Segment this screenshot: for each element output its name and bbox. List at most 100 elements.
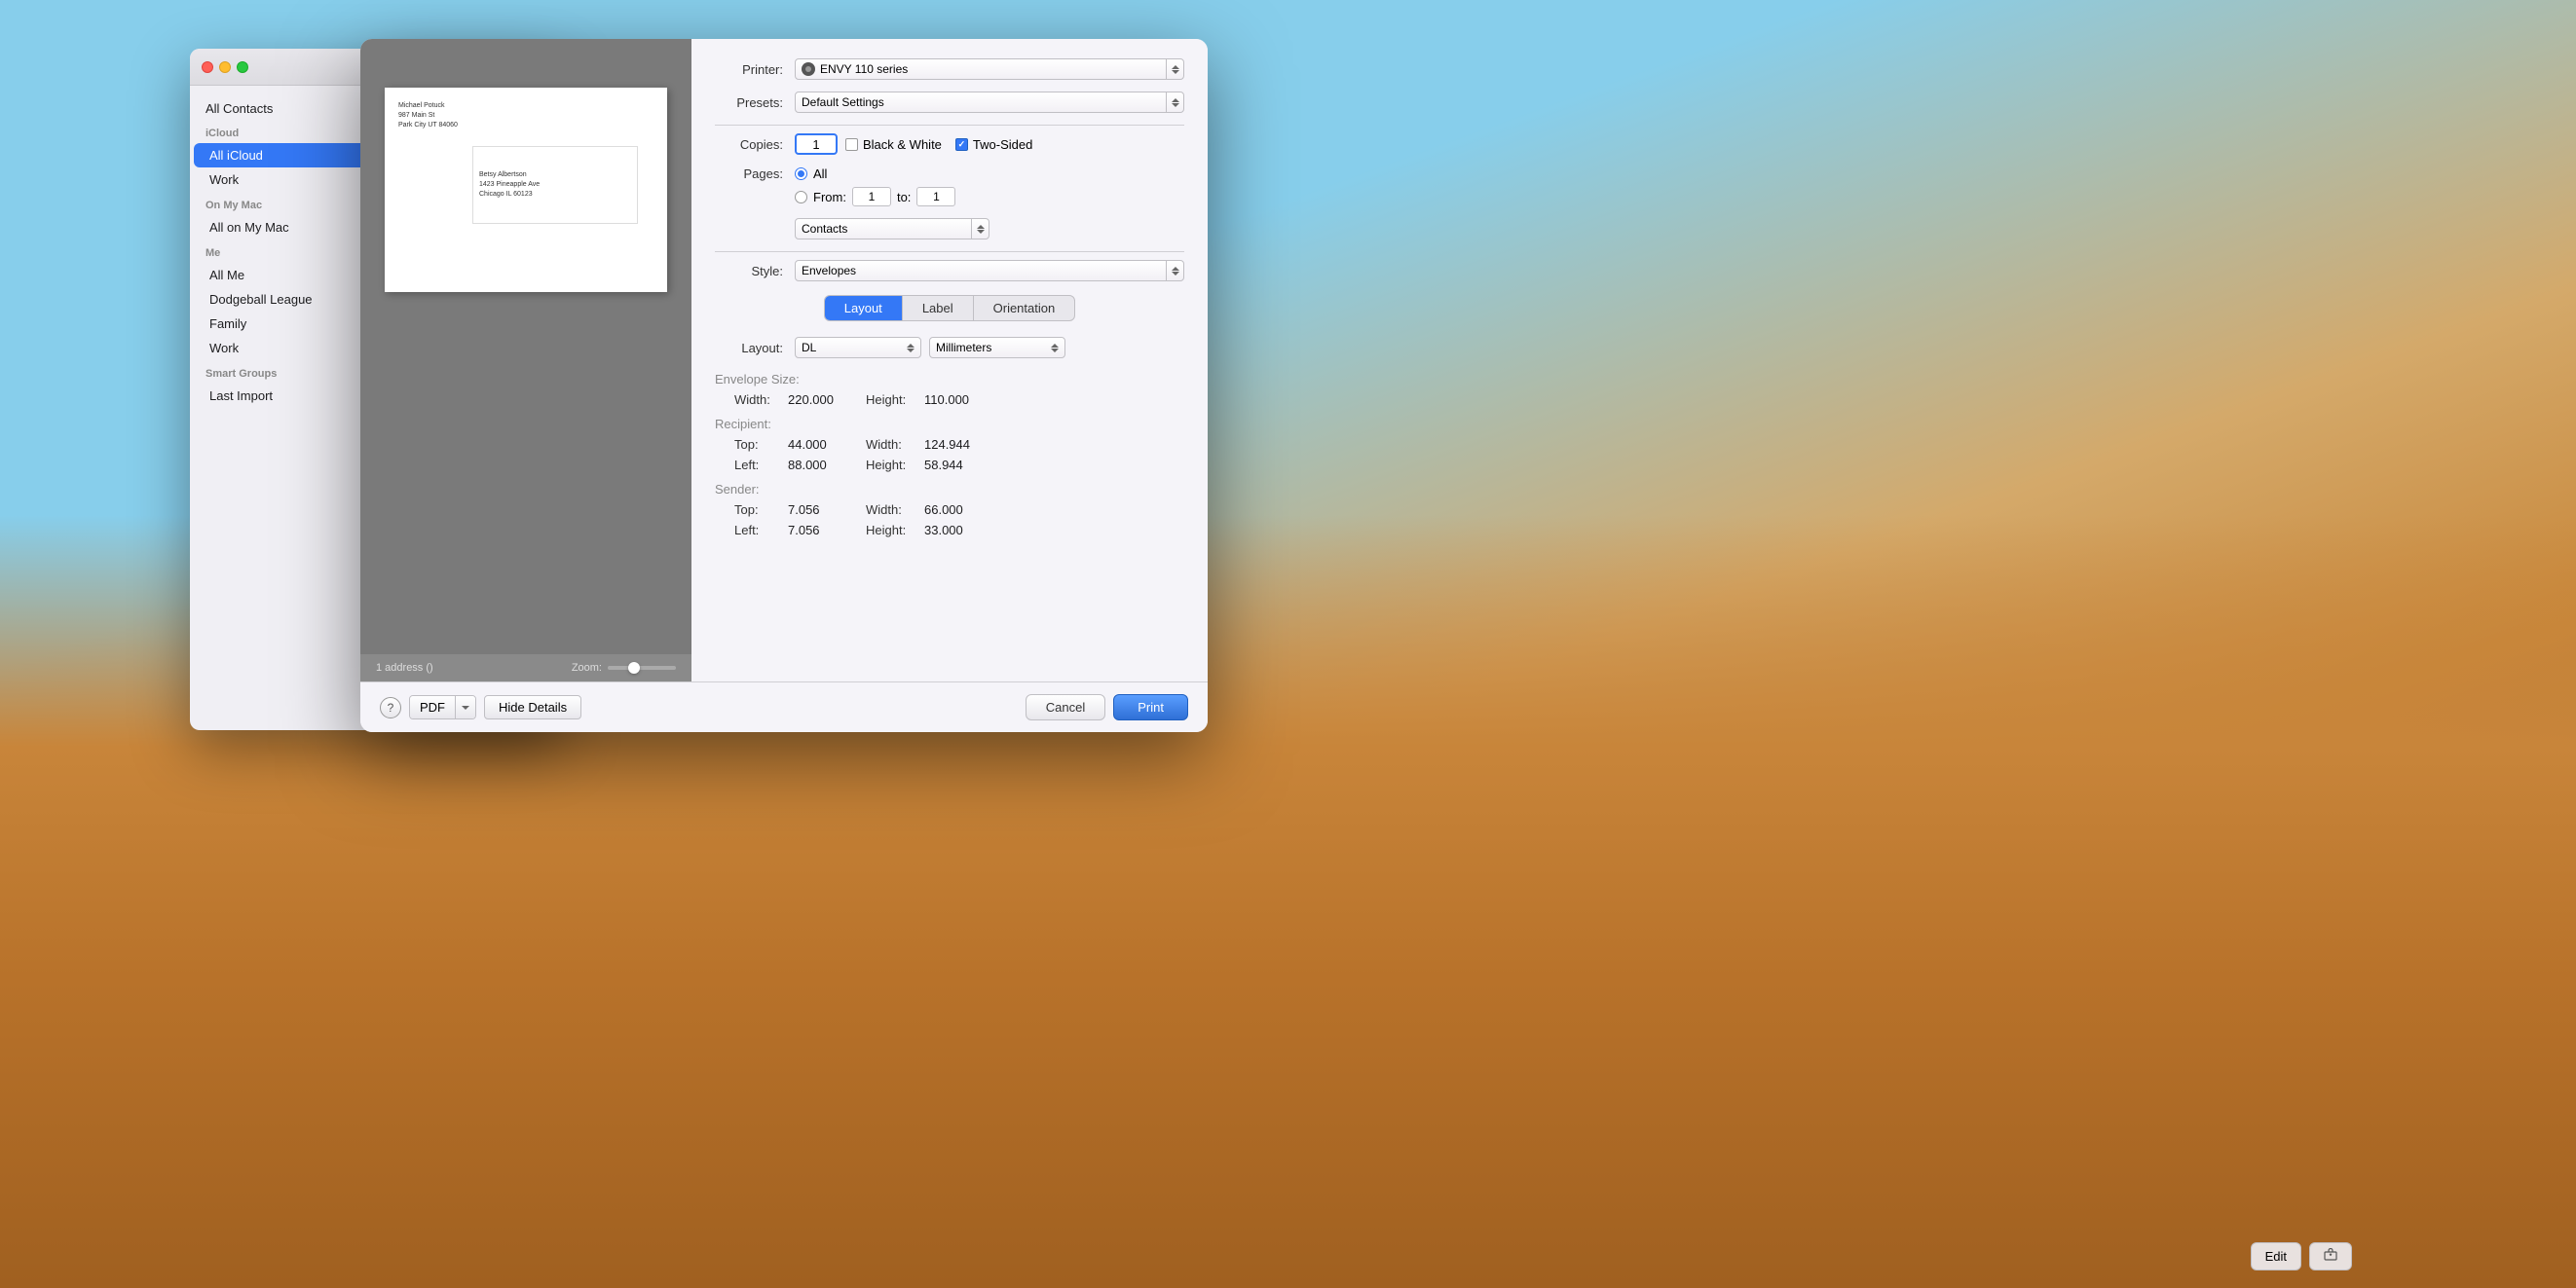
pdf-group: PDF	[409, 695, 476, 719]
pages-range-radio[interactable]	[795, 191, 807, 203]
zoom-thumb[interactable]	[628, 662, 640, 674]
chevron-up-icon	[1172, 98, 1179, 102]
pages-range-row[interactable]: From: to:	[795, 187, 955, 206]
style-label: Style:	[715, 264, 783, 278]
sender-left-label: Left:	[734, 523, 788, 537]
contacts-arrows	[971, 218, 989, 239]
close-button[interactable]	[202, 61, 213, 73]
printer-label: Printer:	[715, 62, 783, 77]
radio-selected-indicator	[798, 170, 804, 177]
chevron-down-icon	[1172, 272, 1179, 276]
chevron-up-icon	[977, 225, 985, 229]
pages-all-row[interactable]: All	[795, 166, 955, 181]
chevron-up-icon	[1172, 267, 1179, 271]
unit-arrows	[1051, 344, 1059, 352]
contacts-select-row: Contacts	[715, 218, 1184, 239]
tab-label[interactable]: Label	[903, 296, 974, 320]
recipient-address-preview: Betsy Albertson 1423 Pineapple Ave Chica…	[479, 170, 540, 199]
presets-select[interactable]: Default Settings	[795, 92, 1184, 113]
help-button[interactable]: ?	[380, 697, 401, 718]
recipient-height-value: 58.944	[924, 458, 1002, 472]
sender-left-value: 7.056	[788, 523, 866, 537]
divider-2	[715, 251, 1184, 252]
printer-icon-inner	[805, 66, 811, 72]
copies-input[interactable]	[795, 133, 838, 155]
desktop-background: All Contacts iCloud All iCloud Work On M…	[0, 0, 2576, 1288]
recipient-left-row: Left: 88.000 Height: 58.944	[715, 458, 1184, 472]
sender-height-value: 33.000	[924, 523, 1002, 537]
envelope-size-section: Envelope Size: Width: 220.000 Height: 11…	[715, 372, 1184, 407]
print-settings-pane: Printer: ENVY 110 series	[691, 39, 1208, 681]
tab-layout[interactable]: Layout	[825, 296, 903, 320]
layout-select-label: Layout:	[715, 341, 783, 355]
layout-select-row: Layout: DL Millimeters	[715, 337, 1184, 358]
chevron-down-icon	[462, 706, 469, 710]
chevron-up-icon	[1051, 344, 1059, 348]
minimize-button[interactable]	[219, 61, 231, 73]
print-footer: ? PDF Hide Details Cancel Print	[360, 681, 1208, 732]
printer-arrows	[1166, 58, 1183, 80]
layout-value-select[interactable]: DL	[795, 337, 921, 358]
printer-value: ENVY 110 series	[802, 62, 908, 76]
contacts-select[interactable]: Contacts	[795, 218, 989, 239]
pages-all-radio[interactable]	[795, 167, 807, 180]
recipient-width-value: 124.944	[924, 437, 1002, 452]
sender-left-row: Left: 7.056 Height: 33.000	[715, 523, 1184, 537]
tab-orientation[interactable]: Orientation	[974, 296, 1075, 320]
black-white-option[interactable]: Black & White	[845, 137, 942, 152]
presets-label: Presets:	[715, 95, 783, 110]
two-sided-checkbox[interactable]: ✓	[955, 138, 968, 151]
style-select[interactable]: Envelopes	[795, 260, 1184, 281]
presets-row: Presets: Default Settings	[715, 92, 1184, 113]
pages-options: All From: to:	[795, 166, 955, 206]
contacts-edit-button[interactable]: Edit	[2251, 1242, 2301, 1270]
traffic-lights	[202, 61, 248, 73]
print-button[interactable]: Print	[1113, 694, 1188, 720]
maximize-button[interactable]	[237, 61, 248, 73]
recipient-left-value: 88.000	[788, 458, 866, 472]
chevron-up-icon	[1172, 65, 1179, 69]
envelope-width-label: Width:	[734, 392, 788, 407]
sender-top-value: 7.056	[788, 502, 866, 517]
pdf-button[interactable]: PDF	[410, 696, 456, 718]
envelope-size-header: Envelope Size:	[715, 372, 1184, 386]
two-sided-option[interactable]: ✓ Two-Sided	[955, 137, 1032, 152]
check-icon: ✓	[958, 139, 966, 150]
pages-to-input[interactable]	[916, 187, 955, 206]
presets-arrows	[1166, 92, 1183, 113]
pages-row: Pages: All From: to:	[715, 166, 1184, 206]
contacts-share-button[interactable]	[2309, 1242, 2352, 1270]
pdf-dropdown-button[interactable]	[456, 696, 475, 718]
style-row: Style: Envelopes	[715, 260, 1184, 281]
recipient-section: Recipient: Top: 44.000 Width: 124.944 Le…	[715, 417, 1184, 472]
sender-header: Sender:	[715, 482, 1184, 497]
sender-height-label: Height:	[866, 523, 924, 537]
address-count: 1 address ()	[376, 662, 433, 674]
recipient-left-label: Left:	[734, 458, 788, 472]
sender-width-label: Width:	[866, 502, 924, 517]
sender-width-value: 66.000	[924, 502, 1002, 517]
black-white-checkbox[interactable]	[845, 138, 858, 151]
layout-arrows	[907, 344, 915, 352]
chevron-down-icon	[907, 349, 915, 352]
recipient-top-row: Top: 44.000 Width: 124.944	[715, 437, 1184, 452]
pages-label: Pages:	[715, 166, 783, 181]
cancel-button[interactable]: Cancel	[1026, 694, 1105, 720]
envelope-height-value: 110.000	[924, 392, 1002, 407]
printer-icon	[802, 62, 815, 76]
pages-from-input[interactable]	[852, 187, 891, 206]
chevron-down-icon	[1172, 70, 1179, 74]
recipient-box-preview: Betsy Albertson 1423 Pineapple Ave Chica…	[472, 146, 638, 224]
printer-select[interactable]: ENVY 110 series	[795, 58, 1184, 80]
unit-select[interactable]: Millimeters	[929, 337, 1065, 358]
recipient-top-value: 44.000	[788, 437, 866, 452]
copies-label: Copies:	[715, 137, 783, 152]
chevron-down-icon	[977, 230, 985, 234]
recipient-top-label: Top:	[734, 437, 788, 452]
contacts-bottom-toolbar: Edit	[2251, 1242, 2352, 1270]
hide-details-button[interactable]: Hide Details	[484, 695, 581, 719]
print-preview-pane: Michael Potuck 987 Main St Park City UT …	[360, 39, 691, 681]
envelope-width-row: Width: 220.000 Height: 110.000	[715, 392, 1184, 407]
zoom-slider[interactable]	[608, 666, 676, 670]
printer-row: Printer: ENVY 110 series	[715, 58, 1184, 80]
